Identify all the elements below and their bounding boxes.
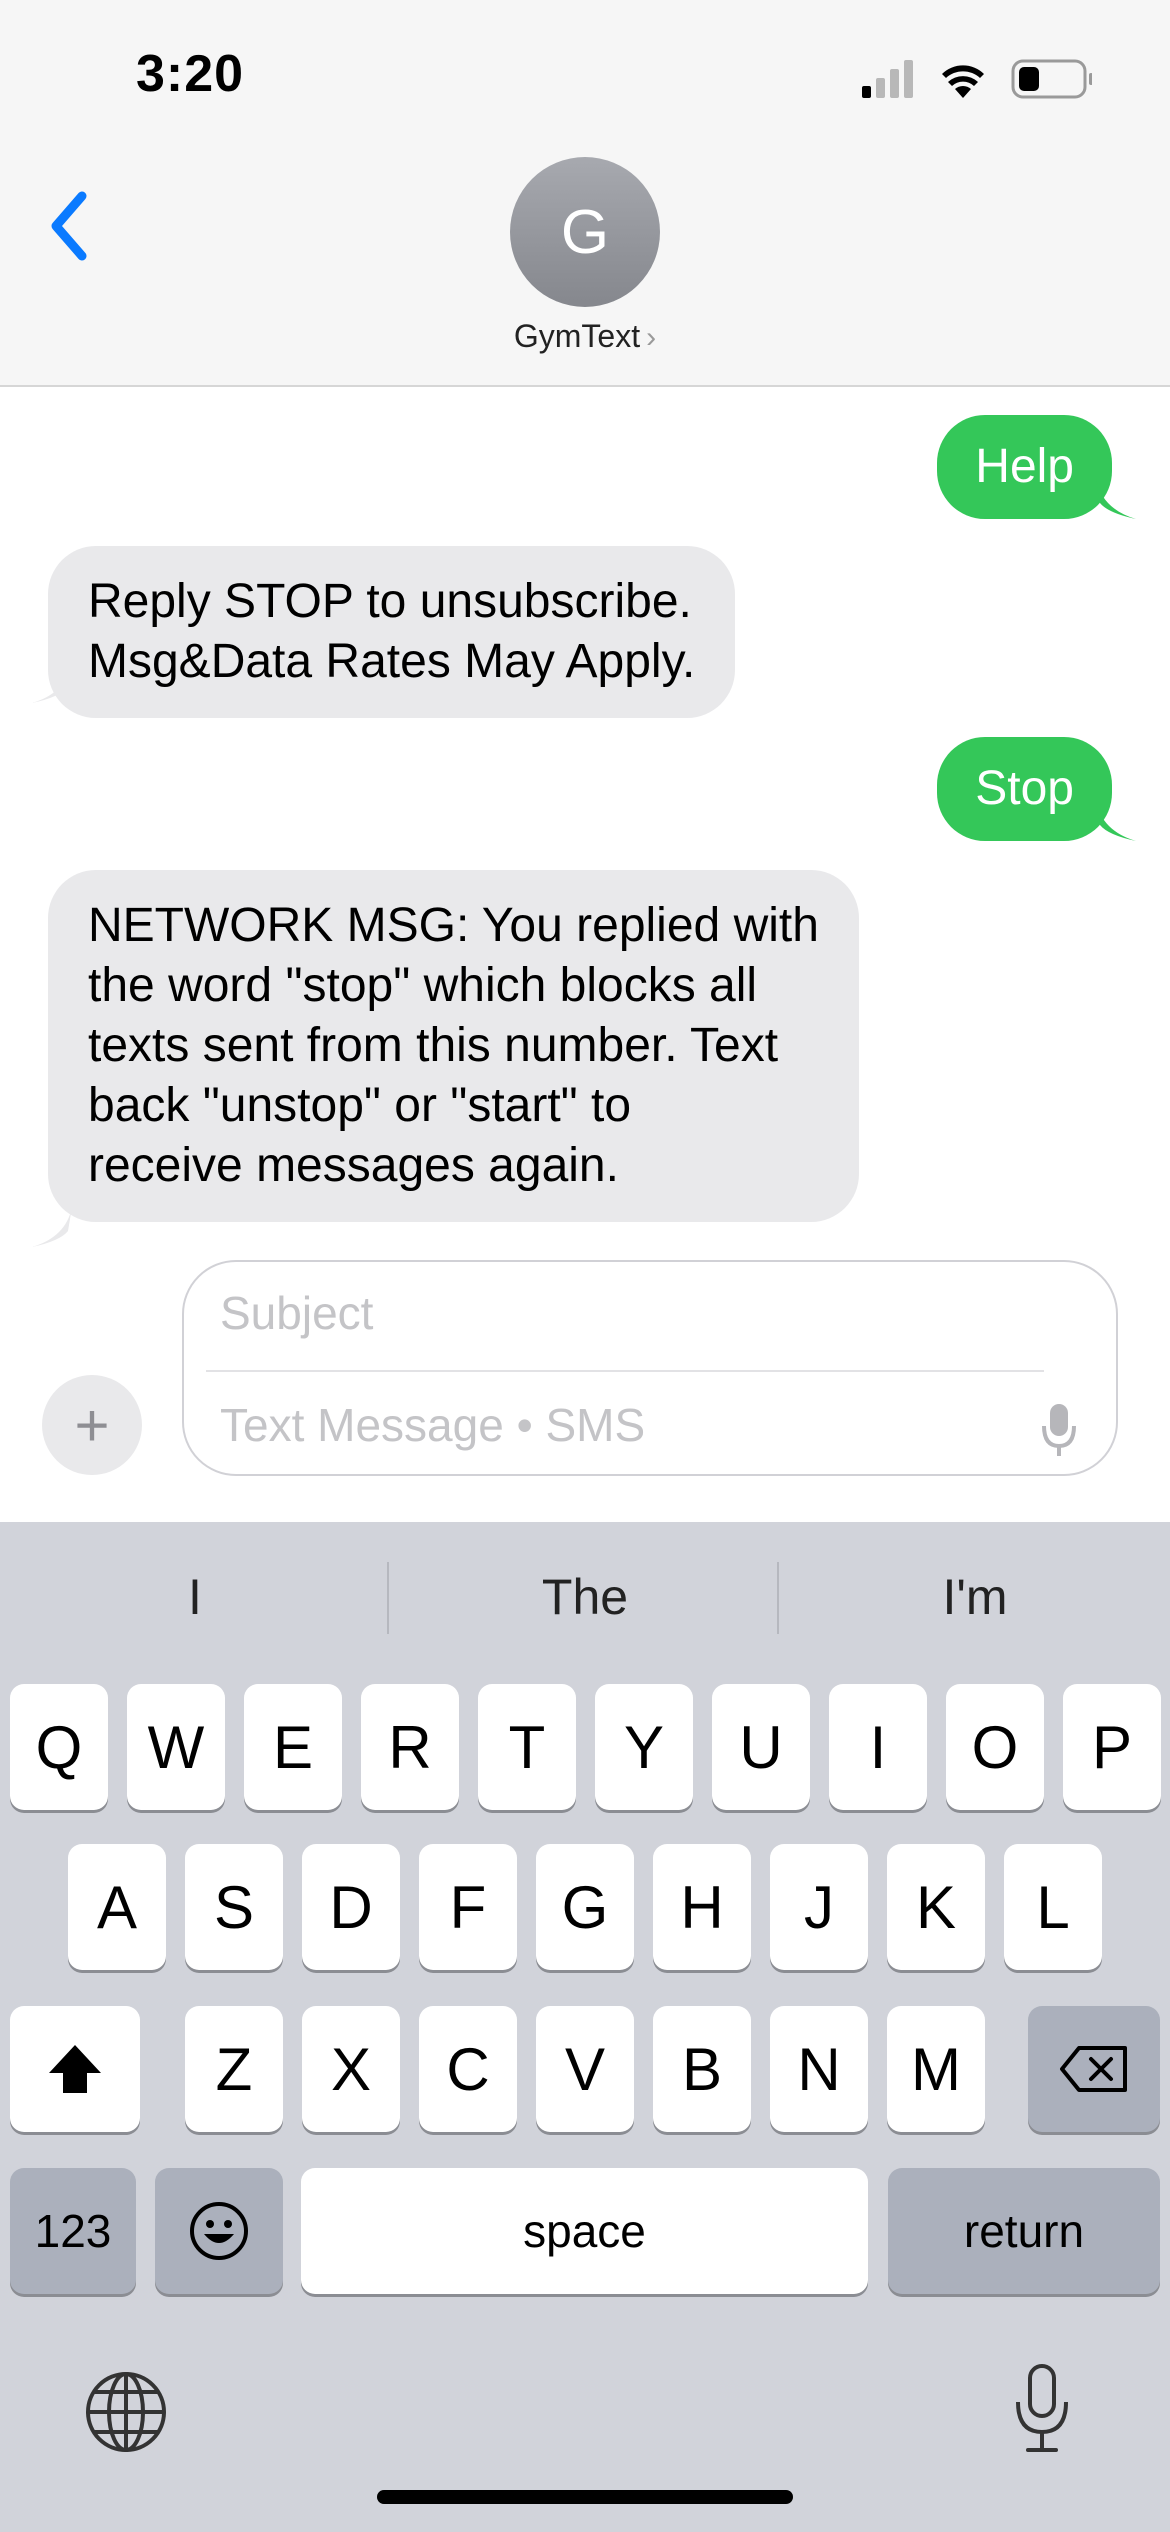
message-line: back "unstop" or "start" to: [88, 1079, 632, 1132]
suggestion-item[interactable]: I'm: [780, 1522, 1170, 1672]
key-x[interactable]: X: [302, 2006, 400, 2132]
key-f[interactable]: F: [419, 1844, 517, 1970]
key-u[interactable]: U: [712, 1684, 810, 1810]
globe-icon[interactable]: [84, 2370, 168, 2454]
key-e[interactable]: E: [244, 1684, 342, 1810]
suggestion-item[interactable]: I: [0, 1522, 390, 1672]
chevron-right-icon: ›: [646, 321, 657, 354]
key-i[interactable]: I: [829, 1684, 927, 1810]
numbers-key[interactable]: 123: [10, 2168, 136, 2294]
dictation-mic-icon[interactable]: [1012, 2364, 1072, 2454]
contact-name[interactable]: GymText ›: [0, 318, 1170, 355]
contact-name-label: GymText: [513, 318, 641, 354]
home-indicator: [377, 2490, 793, 2504]
battery-icon: [1011, 59, 1092, 99]
message-input[interactable]: Text Message • SMS: [220, 1398, 645, 1452]
key-s[interactable]: S: [185, 1844, 283, 1970]
plus-icon: +: [74, 1391, 110, 1459]
key-o[interactable]: O: [946, 1684, 1044, 1810]
bubble-tail: [32, 663, 72, 703]
emoji-icon: [190, 2202, 248, 2260]
message-line: NETWORK MSG: You replied with: [88, 899, 819, 952]
key-j[interactable]: J: [770, 1844, 868, 1970]
space-key[interactable]: space: [301, 2168, 868, 2294]
message-bubble-outgoing[interactable]: Stop: [937, 737, 1112, 841]
key-n[interactable]: N: [770, 2006, 868, 2132]
status-time: 3:20: [136, 45, 245, 103]
message-line: receive messages again.: [88, 1139, 619, 1192]
status-icons: [862, 59, 1092, 99]
message-line: Msg&Data Rates May Apply.: [88, 635, 696, 688]
message-bubble-incoming[interactable]: Reply STOP to unsubscribe. Msg&Data Rate…: [48, 546, 736, 718]
suggestion-item[interactable]: The: [390, 1522, 780, 1672]
shift-icon: [49, 2045, 101, 2093]
key-d[interactable]: D: [302, 1844, 400, 1970]
wifi-icon: [942, 65, 984, 98]
key-w[interactable]: W: [127, 1684, 225, 1810]
conversation-header: 3:20 G GymText ›: [0, 0, 1170, 387]
compose-divider: [206, 1370, 1044, 1372]
key-v[interactable]: V: [536, 2006, 634, 2132]
subject-input[interactable]: Subject: [220, 1286, 373, 1340]
key-m[interactable]: M: [887, 2006, 985, 2132]
bubble-tail: [32, 1207, 72, 1247]
key-h[interactable]: H: [653, 1844, 751, 1970]
return-key[interactable]: return: [888, 2168, 1160, 2294]
compose-field[interactable]: Subject Text Message • SMS: [182, 1260, 1118, 1476]
suggestion-divider: [777, 1562, 779, 1634]
message-thread: Help Reply STOP to unsubscribe. Msg&Data…: [0, 385, 1170, 1255]
key-t[interactable]: T: [478, 1684, 576, 1810]
key-q[interactable]: Q: [10, 1684, 108, 1810]
suggestion-divider: [387, 1562, 389, 1634]
key-k[interactable]: K: [887, 1844, 985, 1970]
message-line: Reply STOP to unsubscribe.: [88, 575, 692, 628]
delete-key[interactable]: [1028, 2006, 1160, 2132]
cellular-signal-icon: [862, 60, 913, 98]
back-chevron-icon[interactable]: [42, 186, 102, 266]
key-b[interactable]: B: [653, 2006, 751, 2132]
message-line: texts sent from this number. Text: [88, 1019, 779, 1072]
key-r[interactable]: R: [361, 1684, 459, 1810]
key-y[interactable]: Y: [595, 1684, 693, 1810]
key-l[interactable]: L: [1004, 1844, 1102, 1970]
emoji-key[interactable]: [155, 2168, 283, 2294]
microphone-icon[interactable]: [1042, 1402, 1076, 1458]
key-g[interactable]: G: [536, 1844, 634, 1970]
key-z[interactable]: Z: [185, 2006, 283, 2132]
message-bubble-incoming[interactable]: NETWORK MSG: You replied with the word "…: [48, 870, 859, 1222]
key-c[interactable]: C: [419, 2006, 517, 2132]
shift-key[interactable]: [10, 2006, 140, 2132]
bubble-tail: [1096, 801, 1136, 841]
delete-icon: [1060, 2046, 1127, 2092]
message-bubble-outgoing[interactable]: Help: [937, 415, 1112, 519]
key-a[interactable]: A: [68, 1844, 166, 1970]
key-p[interactable]: P: [1063, 1684, 1161, 1810]
bubble-tail: [1096, 479, 1136, 519]
message-line: the word "stop" which blocks all: [88, 959, 758, 1012]
apps-plus-button[interactable]: +: [42, 1375, 142, 1475]
keyboard: I The I'm Q W E R T Y U I O P A S D F G H J K L Z X C V B N M 123 s…: [0, 1522, 1170, 2532]
contact-avatar[interactable]: G: [510, 157, 660, 307]
